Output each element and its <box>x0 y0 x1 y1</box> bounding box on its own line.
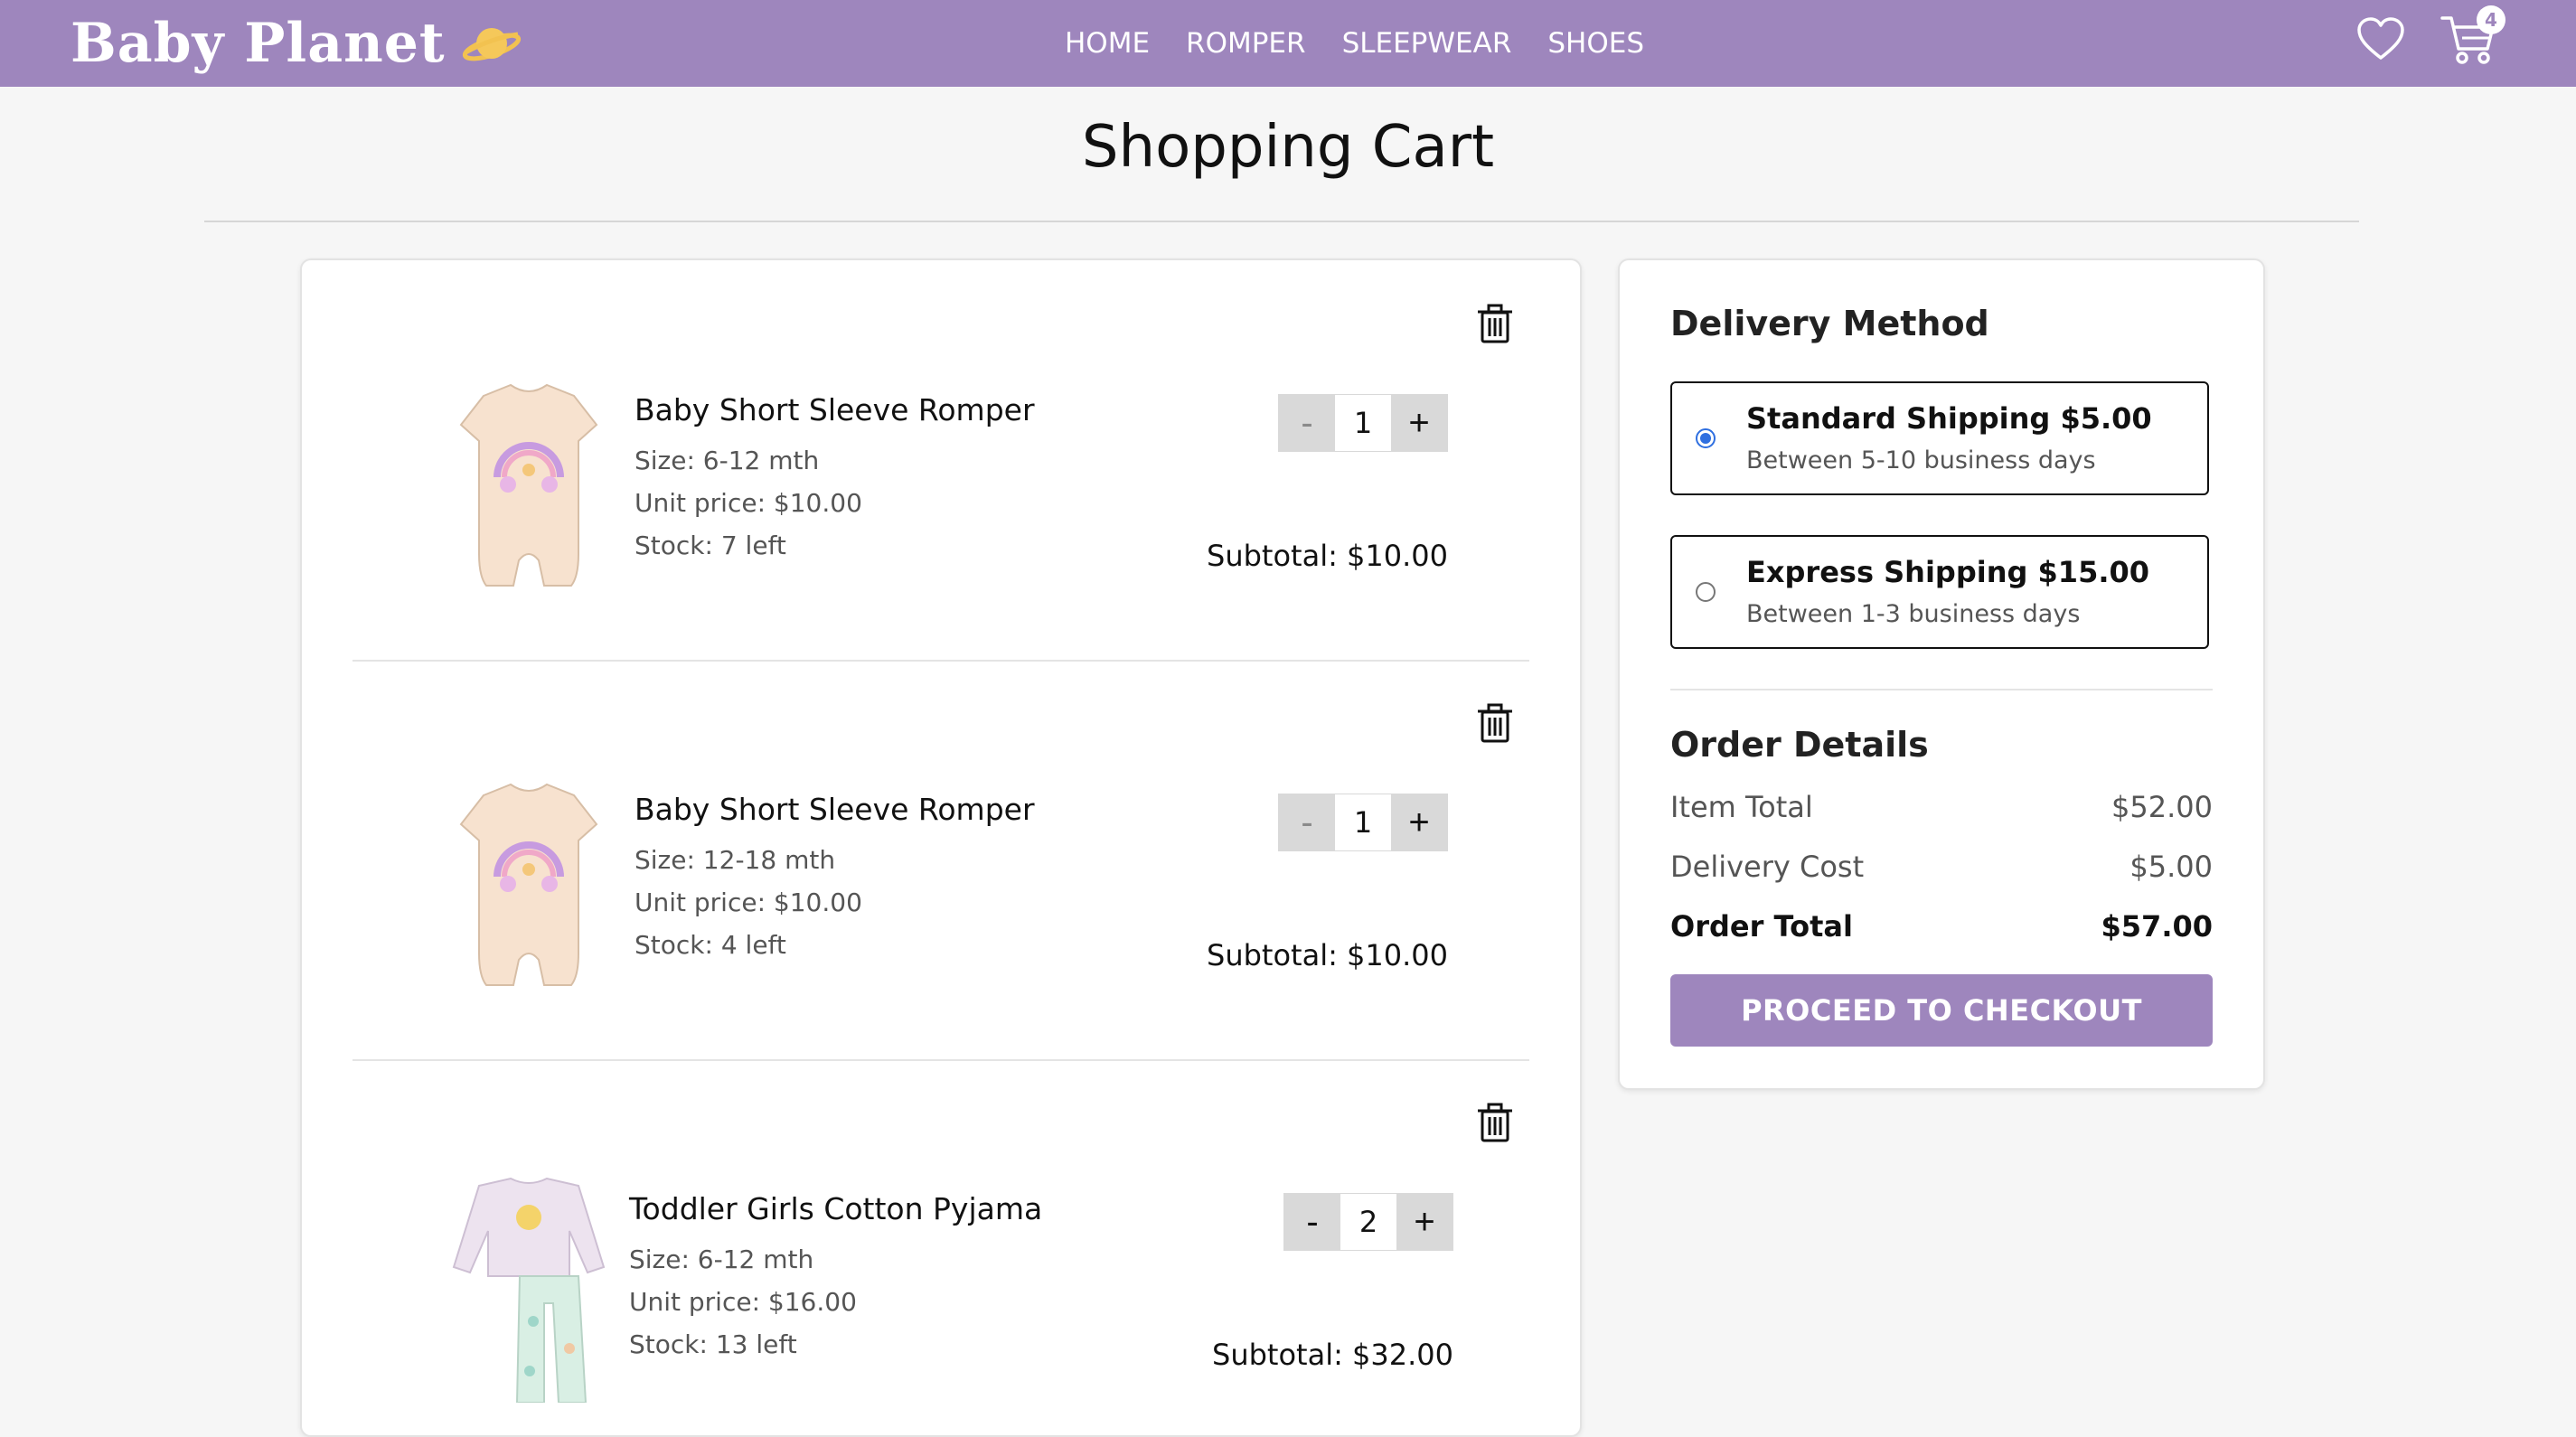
item-stock: Stock: 7 left <box>635 531 786 560</box>
decrease-quantity-button[interactable]: - <box>1279 794 1335 850</box>
item-total-value: $52.00 <box>2111 790 2213 824</box>
brand-name: Baby Planet <box>71 12 446 75</box>
item-unit-price: Unit price: $16.00 <box>629 1287 857 1317</box>
nav-shoes[interactable]: SHOES <box>1547 27 1644 60</box>
item-size: Size: 6-12 mth <box>635 446 820 475</box>
trash-icon[interactable] <box>1477 1103 1513 1142</box>
item-subtotal: Subtotal: $10.00 <box>1207 938 1448 972</box>
decrease-quantity-button[interactable]: - <box>1279 395 1335 451</box>
pyjama-icon <box>452 1177 606 1403</box>
cart-items-panel: Baby Short Sleeve Romper Size: 6-12 mth … <box>300 258 1582 1437</box>
standard-shipping-option[interactable]: Standard Shipping $5.00 Between 5-10 bus… <box>1670 381 2209 495</box>
order-total-row: Order Total $57.00 <box>1670 909 2213 944</box>
item-subtotal: Subtotal: $10.00 <box>1207 539 1448 573</box>
order-total-label: Order Total <box>1670 909 1853 944</box>
title-divider <box>204 221 2359 222</box>
item-stock: Stock: 13 left <box>629 1329 797 1359</box>
increase-quantity-button[interactable]: + <box>1396 1194 1453 1250</box>
quantity-value[interactable]: 1 <box>1335 794 1391 850</box>
trash-icon[interactable] <box>1477 703 1513 743</box>
shipping-option-title: Express Shipping $15.00 <box>1746 555 2150 589</box>
item-subtotal: Subtotal: $32.00 <box>1212 1338 1453 1372</box>
item-name[interactable]: Baby Short Sleeve Romper <box>635 392 1035 427</box>
cart-count-badge: 4 <box>2477 5 2505 34</box>
standard-shipping-radio[interactable] <box>1696 428 1716 448</box>
item-total-label: Item Total <box>1670 790 1813 824</box>
order-summary-panel: Delivery Method Standard Shipping $5.00 … <box>1618 258 2265 1090</box>
delivery-method-heading: Delivery Method <box>1670 304 1989 343</box>
romper-icon <box>459 383 598 587</box>
item-unit-price: Unit price: $10.00 <box>635 488 862 518</box>
shipping-option-subtitle: Between 1-3 business days <box>1746 600 2081 628</box>
cart-item: Baby Short Sleeve Romper Size: 12-18 mth… <box>353 660 1529 1061</box>
item-stock: Stock: 4 left <box>635 930 786 960</box>
item-info: Baby Short Sleeve Romper Size: 6-12 mth … <box>635 392 1035 560</box>
heart-icon[interactable] <box>2355 14 2406 65</box>
nav-home[interactable]: HOME <box>1065 27 1150 60</box>
express-shipping-radio[interactable] <box>1696 582 1716 602</box>
increase-quantity-button[interactable]: + <box>1391 395 1447 451</box>
quantity-stepper: - 1 + <box>1278 794 1448 851</box>
item-info: Toddler Girls Cotton Pyjama Size: 6-12 m… <box>629 1191 1042 1359</box>
cart-item: Baby Short Sleeve Romper Size: 6-12 mth … <box>353 260 1529 662</box>
item-info: Baby Short Sleeve Romper Size: 12-18 mth… <box>635 792 1035 960</box>
proceed-to-checkout-button[interactable]: PROCEED TO CHECKOUT <box>1670 974 2213 1047</box>
quantity-stepper: - 1 + <box>1278 394 1448 452</box>
delivery-cost-value: $5.00 <box>2129 850 2213 884</box>
romper-icon <box>459 783 598 986</box>
trash-icon[interactable] <box>1477 304 1513 343</box>
order-total-value: $57.00 <box>2101 909 2213 944</box>
page-title: Shopping Cart <box>1081 114 1495 181</box>
delivery-cost-row: Delivery Cost $5.00 <box>1670 850 2213 884</box>
decrease-quantity-button[interactable]: - <box>1284 1194 1340 1250</box>
quantity-value[interactable]: 1 <box>1335 395 1391 451</box>
brand-logo[interactable]: Baby Planet <box>71 5 522 81</box>
item-total-row: Item Total $52.00 <box>1670 790 2213 824</box>
nav-romper[interactable]: ROMPER <box>1186 27 1306 60</box>
navbar: Baby Planet HOME ROMPER SLEEPWEAR SHOES … <box>0 0 2576 87</box>
planet-icon <box>462 28 521 61</box>
summary-divider <box>1670 689 2213 690</box>
order-details-heading: Order Details <box>1670 725 1929 765</box>
delivery-cost-label: Delivery Cost <box>1670 850 1865 884</box>
main-nav: HOME ROMPER SLEEPWEAR SHOES <box>1065 0 1644 87</box>
quantity-value[interactable]: 2 <box>1340 1194 1396 1250</box>
increase-quantity-button[interactable]: + <box>1391 794 1447 850</box>
item-unit-price: Unit price: $10.00 <box>635 888 862 917</box>
shipping-option-title: Standard Shipping $5.00 <box>1746 401 2152 436</box>
item-size: Size: 12-18 mth <box>635 845 836 875</box>
shipping-option-subtitle: Between 5-10 business days <box>1746 446 2096 474</box>
quantity-stepper: - 2 + <box>1283 1193 1453 1251</box>
cart-item: Toddler Girls Cotton Pyjama Size: 6-12 m… <box>353 1059 1529 1435</box>
item-name[interactable]: Baby Short Sleeve Romper <box>635 792 1035 827</box>
nav-sleepwear[interactable]: SLEEPWEAR <box>1342 27 1512 60</box>
item-size: Size: 6-12 mth <box>629 1244 814 1274</box>
express-shipping-option[interactable]: Express Shipping $15.00 Between 1-3 busi… <box>1670 535 2209 649</box>
item-name[interactable]: Toddler Girls Cotton Pyjama <box>629 1191 1042 1226</box>
